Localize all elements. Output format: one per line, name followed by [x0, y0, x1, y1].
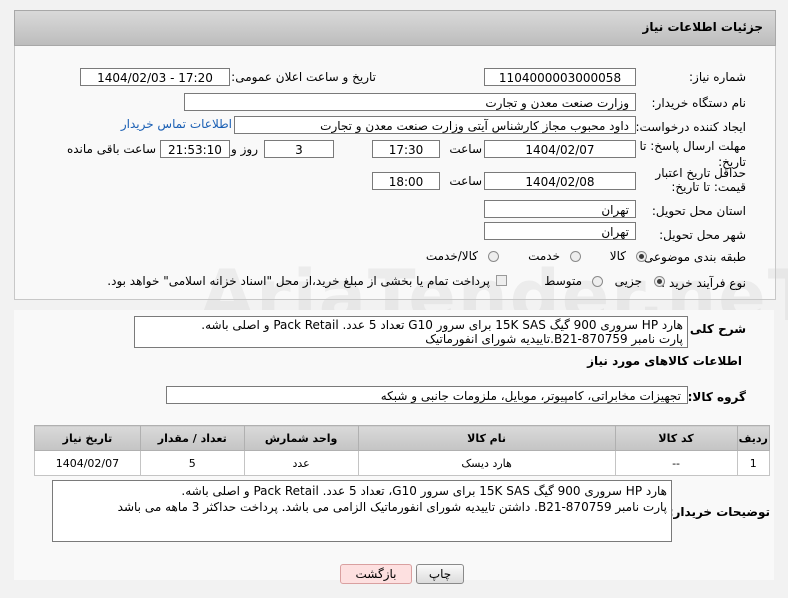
deadline-time-label: ساعت — [449, 142, 482, 156]
buyer-notes-line-1: هارد HP سروری 900 گیگ 15K SAS برای سرور … — [181, 484, 667, 498]
cell-unit: عدد — [243, 450, 359, 476]
summary-textarea[interactable]: هارد HP سروری 900 گیگ 15K SAS برای سرور … — [134, 316, 688, 348]
province-field[interactable]: تهران — [484, 200, 636, 218]
col-unit: واحد شمارش — [243, 425, 359, 451]
creator-field[interactable]: داود محبوب مجاز کارشناس آیتی وزارت صنعت … — [234, 116, 636, 134]
buyer-notes-textarea[interactable]: هارد HP سروری 900 گیگ 15K SAS برای سرور … — [52, 480, 672, 542]
process-option-medium: متوسط — [544, 274, 582, 288]
city-field[interactable]: تهران — [484, 222, 636, 240]
announce-label: تاریخ و ساعت اعلان عمومی: — [231, 70, 376, 84]
price-valid-label: حداقل تاریخ اعتبار قیمت: تا تاریخ: — [655, 166, 746, 194]
buyer-label: نام دستگاه خریدار: — [651, 96, 747, 110]
treasury-payment-note: پرداخت تمام یا بخشی از مبلغ خرید،از محل … — [107, 274, 490, 288]
need-number-field[interactable]: 1104000003000058 — [484, 68, 636, 86]
category-label: طبقه بندی موضوعی: — [639, 250, 746, 264]
category-radio-goods[interactable] — [636, 251, 647, 262]
buyer-contact-link[interactable]: اطلاعات تماس خریدار — [121, 117, 232, 131]
col-code: کد کالا — [614, 425, 738, 451]
goods-section-title: اطلاعات کالاهای مورد نیاز — [587, 354, 742, 368]
province-label: استان محل تحویل: — [651, 204, 746, 218]
category-option-goods: کالا — [609, 249, 626, 263]
panel-header: جزئیات اطلاعات نیاز — [14, 10, 776, 46]
back-button[interactable]: بازگشت — [340, 564, 412, 584]
treasury-payment-checkbox[interactable] — [496, 275, 507, 286]
category-radio-goods-service[interactable] — [488, 251, 499, 262]
process-label: نوع فرآیند خرید : — [661, 276, 746, 290]
city-label: شهر محل تحویل: — [659, 228, 746, 242]
deadline-time-field[interactable]: 17:30 — [372, 140, 440, 158]
category-option-goods-service: کالا/خدمت — [425, 249, 478, 263]
price-valid-time-field[interactable]: 18:00 — [372, 172, 440, 190]
need-number-label: شماره نیاز: — [689, 70, 746, 84]
summary-line-2: پارت نامبر B21-870759.تاییدیه شورای انفو… — [425, 332, 683, 346]
cell-row: 1 — [736, 450, 771, 476]
goods-group-field[interactable]: تجهیزات مخابراتی، کامپیوتر، موبایل، ملزو… — [166, 386, 688, 404]
buyer-notes-line-2: پارت نامبر B21-870759. داشتن تاییدیه شور… — [117, 500, 667, 514]
remaining-time-field[interactable]: 21:53:10 — [160, 140, 230, 158]
process-option-minor: جزیی — [614, 274, 642, 288]
goods-table-header: ردیف کد کالا نام کالا واحد شمارش تعداد /… — [34, 425, 771, 451]
remaining-label: ساعت باقی مانده — [66, 142, 156, 156]
buyer-field[interactable]: وزارت صنعت معدن و تجارت — [184, 93, 636, 111]
goods-group-label: گروه کالا: — [687, 390, 746, 404]
summary-line-1: هارد HP سروری 900 گیگ 15K SAS برای سرور … — [201, 318, 683, 332]
deadline-date-field[interactable]: 1404/02/07 — [484, 140, 636, 158]
goods-table: ردیف کد کالا نام کالا واحد شمارش تعداد /… — [34, 425, 771, 476]
col-date: تاریخ نیاز — [34, 425, 141, 451]
process-radio-minor[interactable] — [654, 276, 665, 287]
cell-date: 1404/02/07 — [34, 450, 141, 476]
cell-name: هارد دیسک — [357, 450, 616, 476]
announce-datetime-field[interactable]: 1404/02/03 - 17:20 — [80, 68, 230, 86]
buyer-notes-label: توضیحات خریدار: — [668, 505, 770, 519]
price-valid-time-label: ساعت — [449, 174, 482, 188]
cell-qty: 5 — [139, 450, 245, 476]
days-label: روز و — [231, 142, 258, 156]
process-radio-medium[interactable] — [592, 276, 603, 287]
cell-code: -- — [614, 450, 738, 476]
table-row[interactable]: 1 -- هارد دیسک عدد 5 1404/02/07 — [34, 450, 771, 476]
days-field[interactable]: 3 — [264, 140, 334, 158]
price-valid-date-field[interactable]: 1404/02/08 — [484, 172, 636, 190]
category-option-service: خدمت — [528, 249, 560, 263]
col-name: نام کالا — [357, 425, 616, 451]
col-qty: تعداد / مقدار — [139, 425, 245, 451]
creator-label: ایجاد کننده درخواست: — [635, 120, 746, 134]
panel-title: جزئیات اطلاعات نیاز — [642, 20, 763, 34]
print-button[interactable]: چاپ — [416, 564, 464, 584]
col-row: ردیف — [736, 425, 771, 451]
category-radio-service[interactable] — [570, 251, 581, 262]
